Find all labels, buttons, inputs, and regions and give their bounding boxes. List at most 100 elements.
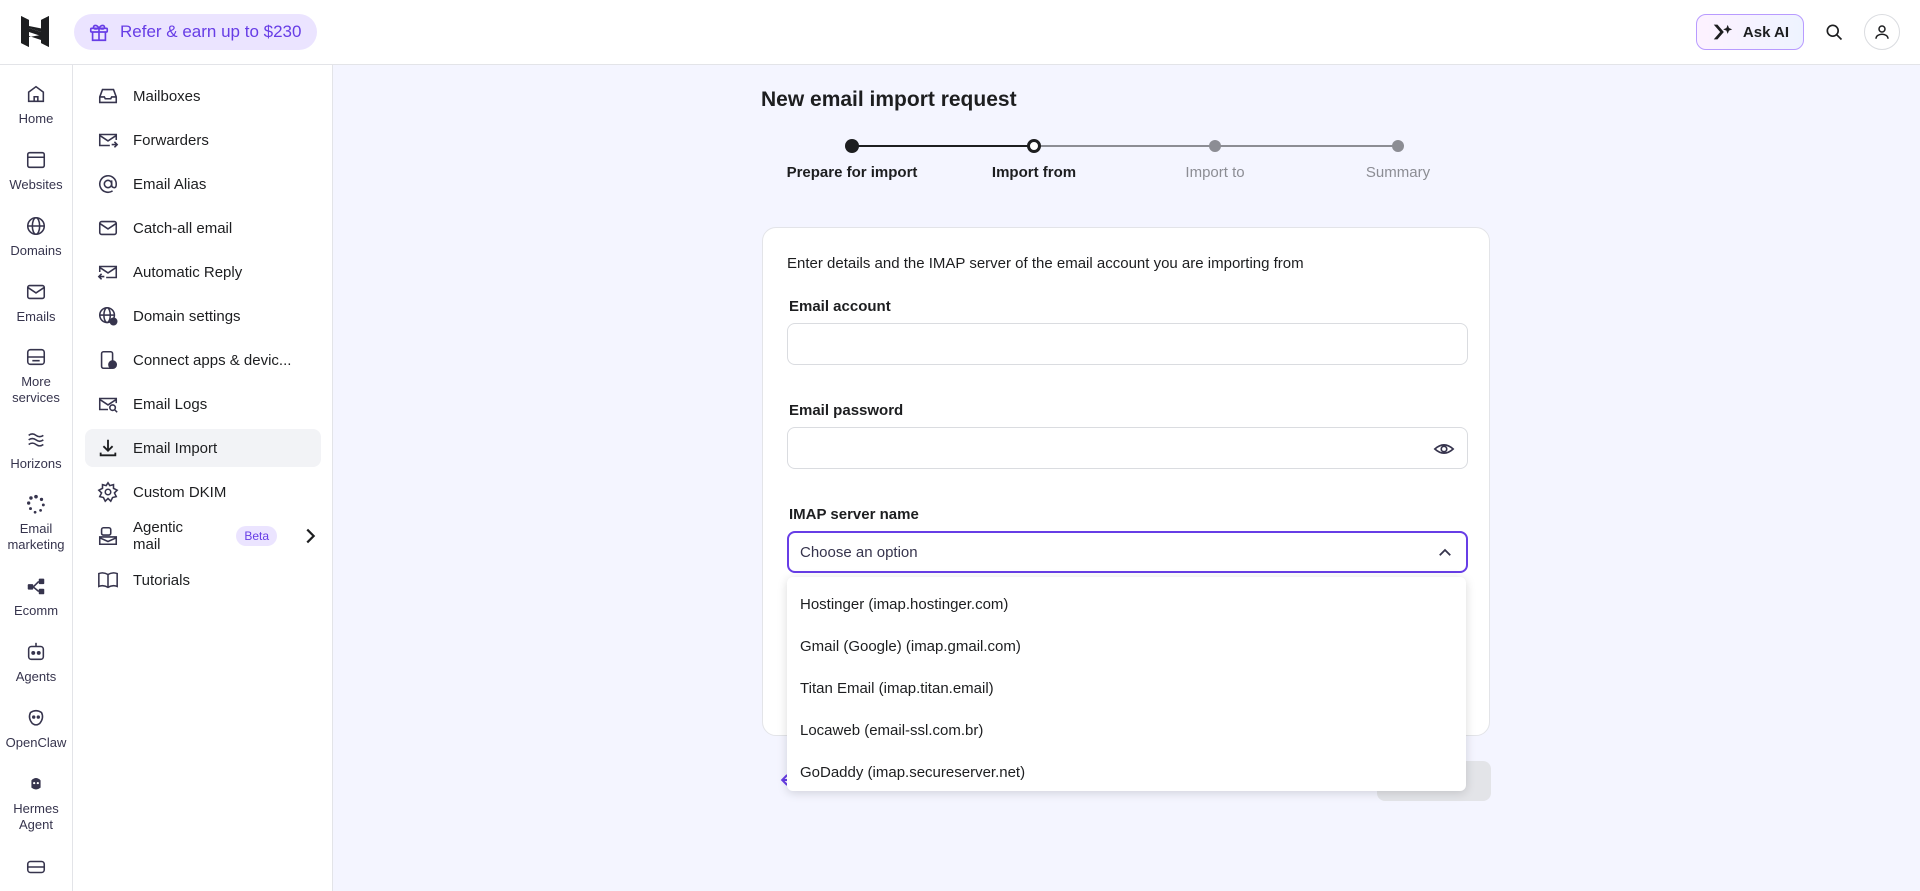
window-icon	[26, 151, 46, 169]
subnav-label: Catch-all email	[133, 219, 233, 237]
subnav-item-automatic-reply[interactable]: Automatic Reply	[85, 253, 321, 291]
rail-item-email-marketing[interactable]: Email marketing	[0, 493, 72, 553]
globe-settings-icon	[98, 306, 118, 326]
rail-item-agents[interactable]: Agents	[0, 641, 72, 685]
rail-label: Email marketing	[7, 521, 65, 552]
step-dot-todo	[1392, 140, 1404, 152]
imap-option[interactable]: Titan Email (imap.titan.email)	[787, 667, 1466, 709]
waves-icon	[28, 433, 44, 447]
rail-item-domains[interactable]: Domains	[0, 215, 72, 259]
rail-item-openclaw[interactable]: OpenClaw	[0, 707, 72, 751]
rail-label: Emails	[16, 309, 56, 324]
imap-server-select[interactable]: Choose an option	[787, 531, 1468, 573]
email-sub-navigation: Mailboxes Forwarders Email Alias Catch-a…	[73, 65, 333, 891]
storage-icon	[26, 860, 46, 874]
mail-icon	[98, 220, 118, 236]
mail-forward-icon	[98, 133, 119, 148]
rail-item-horizons[interactable]: Horizons	[0, 428, 72, 472]
rail-item-websites[interactable]: Websites	[0, 149, 72, 193]
page-title: New email import request	[761, 88, 1017, 111]
book-icon	[98, 572, 118, 589]
ask-ai-label: Ask AI	[1742, 23, 1790, 41]
subnav-label: Mailboxes	[133, 87, 201, 105]
rail-item-emails[interactable]: Emails	[0, 281, 72, 325]
eye-icon[interactable]	[1433, 438, 1455, 460]
rail-label: Hermes Agent	[13, 801, 59, 832]
subnav-label: Email Import	[133, 439, 218, 457]
download-icon	[99, 439, 117, 457]
subnav-label: Custom DKIM	[133, 483, 227, 501]
rail-label: Home	[18, 111, 54, 126]
hermes-icon	[31, 778, 41, 790]
subnav-item-agentic-mail[interactable]: Agentic mail Beta	[85, 517, 321, 555]
subnav-label: Agentic mail	[133, 519, 184, 553]
beta-badge: Beta	[236, 526, 277, 546]
subnav-item-tutorials[interactable]: Tutorials	[85, 561, 321, 599]
subnav-item-email-alias[interactable]: Email Alias	[85, 165, 321, 203]
imap-options-dropdown: Hostinger (imap.hostinger.com) Gmail (Go…	[787, 577, 1466, 791]
refer-label: Refer & earn up to $230	[120, 22, 302, 41]
email-account-input[interactable]	[787, 323, 1468, 365]
rail-item-hermes-agent[interactable]: Hermes Agent	[0, 773, 72, 833]
mail-search-icon	[98, 397, 118, 413]
rail-item-storage[interactable]	[0, 856, 72, 884]
step-dot-done	[845, 139, 859, 153]
robot-mail-icon	[98, 526, 118, 546]
home-icon	[27, 85, 45, 103]
bot-icon	[27, 642, 45, 661]
subnav-item-email-import[interactable]: Email Import	[85, 429, 321, 467]
gift-icon	[89, 24, 109, 42]
sparkle-icon	[1713, 24, 1733, 40]
email-password-input[interactable]	[787, 427, 1468, 469]
step-label-prepare: Prepare for import	[786, 164, 918, 181]
gear-icon	[97, 481, 119, 503]
rail-item-ecomm[interactable]: Ecomm	[0, 575, 72, 619]
main-navigation-rail: Home Websites Domains Emails More servic…	[0, 65, 73, 891]
rail-label: Domains	[10, 243, 62, 258]
spinner-icon	[27, 494, 45, 514]
subnav-item-catch-all[interactable]: Catch-all email	[85, 209, 321, 247]
subnav-label: Forwarders	[133, 131, 209, 149]
ask-ai-button[interactable]: Ask AI	[1696, 14, 1804, 50]
share-icon	[27, 578, 45, 595]
subnav-label: Domain settings	[133, 307, 241, 325]
subnav-item-domain-settings[interactable]: Domain settings	[85, 297, 321, 335]
at-sign-icon	[98, 175, 118, 194]
subnav-item-forwarders[interactable]: Forwarders	[85, 121, 321, 159]
user-icon	[1875, 25, 1889, 39]
top-bar: Refer & earn up to $230 Ask AI	[0, 0, 1920, 65]
hostinger-logo-icon[interactable]	[21, 16, 49, 47]
imap-option[interactable]: Locaweb (email-ssl.com.br)	[787, 709, 1466, 751]
subnav-label: Email Alias	[133, 175, 207, 193]
account-button[interactable]	[1864, 14, 1900, 50]
imap-option[interactable]: Hostinger (imap.hostinger.com)	[787, 583, 1466, 625]
subnav-item-email-logs[interactable]: Email Logs	[85, 385, 321, 423]
imap-option[interactable]: GoDaddy (imap.secureserver.net)	[787, 751, 1466, 793]
subnav-item-custom-dkim[interactable]: Custom DKIM	[85, 473, 321, 511]
chevron-right-icon	[306, 528, 316, 544]
rail-label: Websites	[9, 177, 63, 192]
step-dot-todo	[1209, 140, 1221, 152]
rail-item-more-services[interactable]: More services	[0, 346, 72, 406]
chevron-up-icon	[1439, 548, 1451, 556]
imap-select-placeholder: Choose an option	[800, 543, 918, 561]
search-icon	[1826, 24, 1843, 41]
step-label-import-from: Import from	[991, 164, 1077, 181]
box-icon	[26, 348, 46, 366]
refer-earn-button[interactable]: Refer & earn up to $230	[74, 14, 318, 50]
subnav-item-connect-apps[interactable]: Connect apps & devic...	[85, 341, 321, 379]
mail-icon	[26, 284, 46, 300]
search-button[interactable]	[1816, 14, 1852, 50]
subnav-label: Email Logs	[133, 395, 208, 413]
rail-label: Ecomm	[13, 603, 59, 618]
step-label-summary: Summary	[1365, 164, 1431, 181]
rail-label: Agents	[15, 669, 57, 684]
step-dot-current	[1027, 139, 1041, 153]
subnav-label: Automatic Reply	[133, 263, 243, 281]
import-stepper: Prepare for import Import from Import to…	[761, 136, 1491, 206]
mail-reply-icon	[97, 265, 118, 280]
rail-item-home[interactable]: Home	[0, 83, 72, 127]
subnav-item-mailboxes[interactable]: Mailboxes	[85, 77, 321, 115]
subnav-label: Connect apps & devic...	[133, 351, 292, 369]
imap-option[interactable]: Gmail (Google) (imap.gmail.com)	[787, 625, 1466, 667]
